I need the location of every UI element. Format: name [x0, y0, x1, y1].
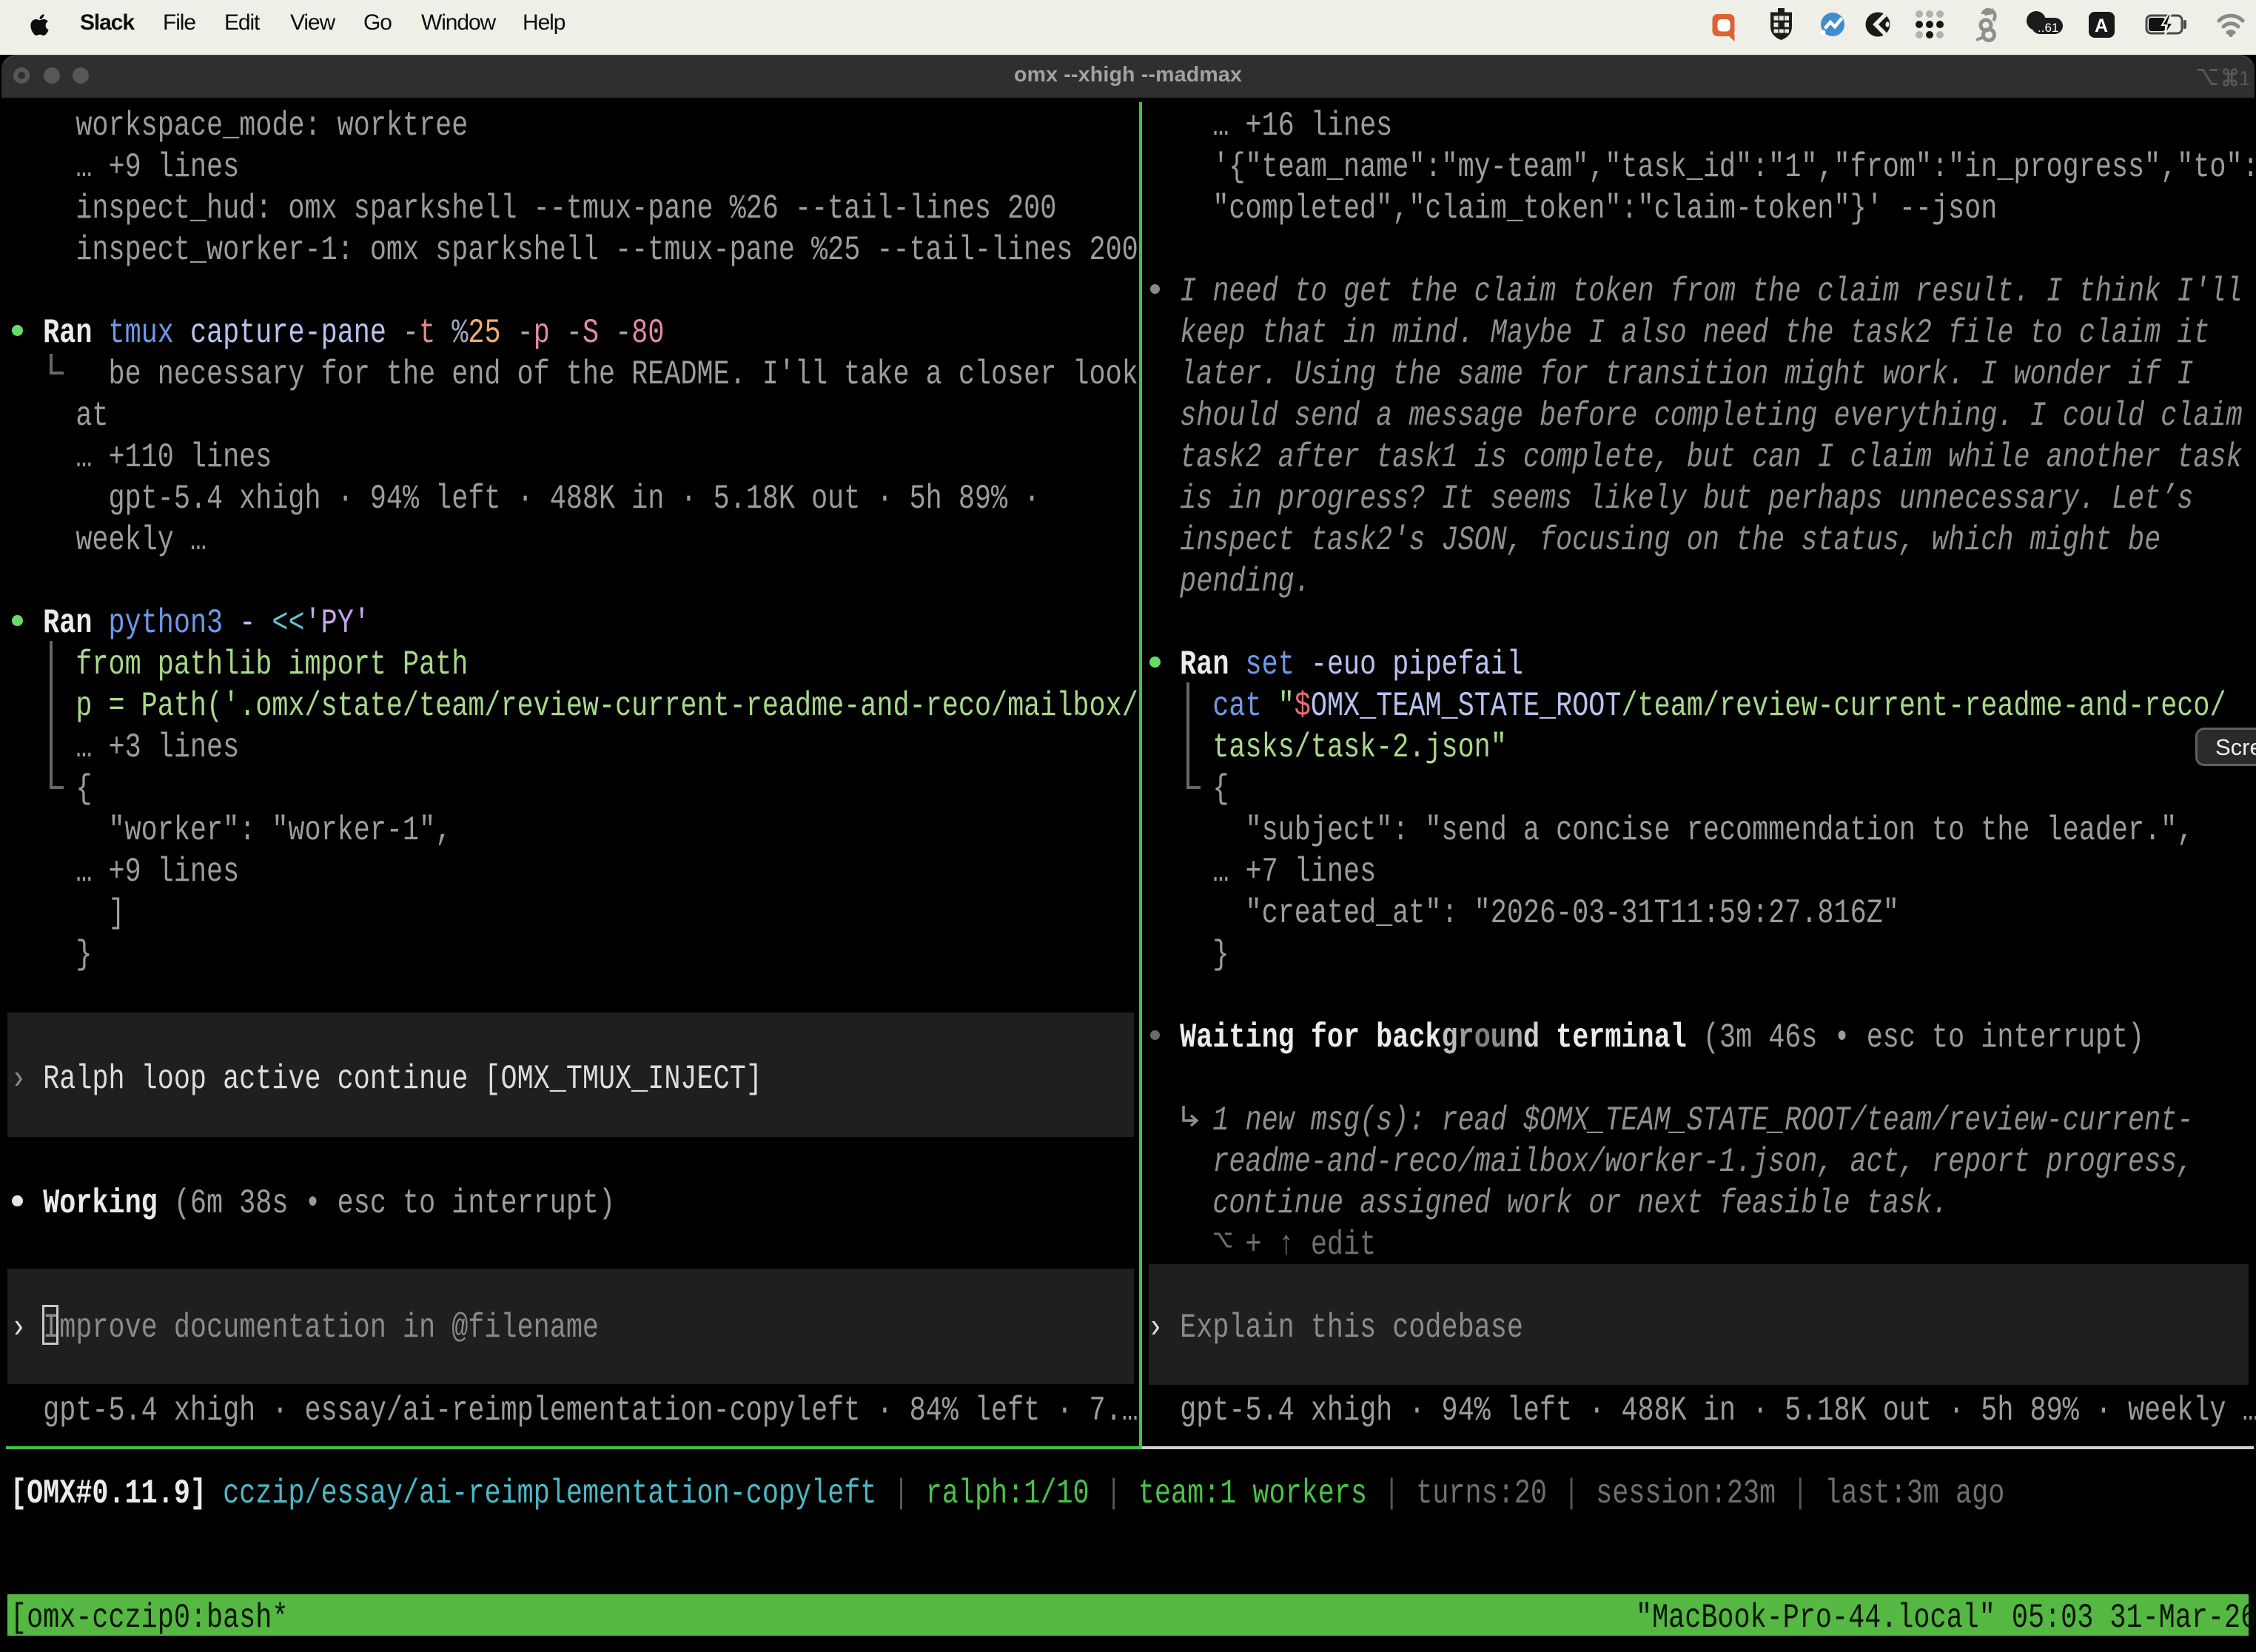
svg-text:A: A [2095, 16, 2108, 36]
svg-text:..61: ..61 [2038, 21, 2058, 35]
svg-text:1: 1 [2239, 67, 2249, 89]
